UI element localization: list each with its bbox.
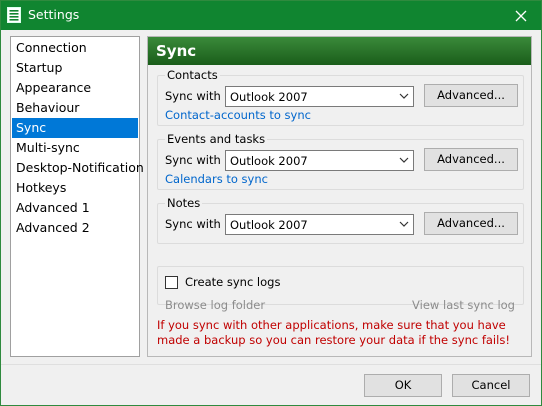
notes-group-label: Notes bbox=[165, 196, 203, 210]
sidebar-item-appearance[interactable]: Appearance bbox=[12, 78, 138, 98]
sidebar-item-multi-sync[interactable]: Multi-sync bbox=[12, 138, 138, 158]
chevron-down-icon bbox=[399, 221, 409, 227]
events-sync-with-label: Sync with bbox=[165, 153, 221, 167]
notes-sync-value: Outlook 2007 bbox=[230, 218, 308, 232]
sidebar-item-hotkeys[interactable]: Hotkeys bbox=[12, 178, 138, 198]
events-sync-value: Outlook 2007 bbox=[230, 154, 308, 168]
notes-advanced-button[interactable]: Advanced... bbox=[424, 212, 518, 235]
sync-warning-text: If you sync with other applications, mak… bbox=[157, 318, 510, 347]
notes-group: Notes Sync with Outlook 2007 Advanced... bbox=[157, 196, 524, 244]
dialog-footer: OK Cancel bbox=[1, 364, 541, 405]
contacts-sync-with-label: Sync with bbox=[165, 89, 221, 103]
contacts-group-label: Contacts bbox=[165, 68, 220, 82]
close-button[interactable] bbox=[501, 1, 541, 30]
contacts-group: Contacts Sync with Outlook 2007 Advanced… bbox=[157, 68, 524, 126]
contacts-sync-value: Outlook 2007 bbox=[230, 90, 308, 104]
sidebar-item-advanced-1[interactable]: Advanced 1 bbox=[12, 198, 138, 218]
panel-title: Sync bbox=[148, 37, 531, 65]
view-last-sync-log-link[interactable]: View last sync log bbox=[412, 298, 515, 312]
close-icon bbox=[515, 10, 527, 21]
window-title: Settings bbox=[28, 7, 80, 22]
sidebar-item-connection[interactable]: Connection bbox=[12, 38, 138, 58]
settings-category-list[interactable]: Connection Startup Appearance Behaviour … bbox=[10, 36, 144, 357]
sidebar-item-sync[interactable]: Sync bbox=[12, 118, 138, 138]
contact-accounts-link[interactable]: Contact-accounts to sync bbox=[165, 108, 311, 122]
sidebar-item-desktop-notification[interactable]: Desktop-Notification bbox=[12, 158, 144, 178]
create-sync-logs-checkbox[interactable] bbox=[165, 276, 178, 289]
contacts-advanced-button[interactable]: Advanced... bbox=[424, 84, 518, 107]
notes-sync-select[interactable]: Outlook 2007 bbox=[225, 214, 414, 235]
contacts-sync-select[interactable]: Outlook 2007 bbox=[225, 86, 414, 107]
sync-settings-panel: Sync Contacts Sync with Outlook 2007 Adv… bbox=[147, 36, 532, 357]
title-bar[interactable]: Settings bbox=[1, 1, 541, 30]
calendars-to-sync-link[interactable]: Calendars to sync bbox=[165, 172, 268, 186]
create-sync-logs-label[interactable]: Create sync logs bbox=[185, 275, 280, 289]
notes-sync-with-label: Sync with bbox=[165, 217, 221, 231]
sidebar-item-behaviour[interactable]: Behaviour bbox=[12, 98, 138, 118]
sidebar-item-advanced-2[interactable]: Advanced 2 bbox=[12, 218, 138, 238]
ok-button[interactable]: OK bbox=[364, 374, 442, 397]
cancel-button[interactable]: Cancel bbox=[452, 374, 530, 397]
sync-logs-group: Create sync logs Browse log folder View … bbox=[157, 266, 524, 312]
settings-window: Settings Connection Startup Appearance B… bbox=[0, 0, 542, 406]
browse-log-folder-link[interactable]: Browse log folder bbox=[165, 298, 265, 312]
chevron-down-icon bbox=[399, 157, 409, 163]
events-sync-select[interactable]: Outlook 2007 bbox=[225, 150, 414, 171]
events-tasks-group-label: Events and tasks bbox=[165, 132, 268, 146]
events-tasks-group: Events and tasks Sync with Outlook 2007 … bbox=[157, 132, 524, 190]
chevron-down-icon bbox=[399, 93, 409, 99]
events-advanced-button[interactable]: Advanced... bbox=[424, 148, 518, 171]
sidebar-item-startup[interactable]: Startup bbox=[12, 58, 138, 78]
app-icon bbox=[7, 7, 21, 23]
